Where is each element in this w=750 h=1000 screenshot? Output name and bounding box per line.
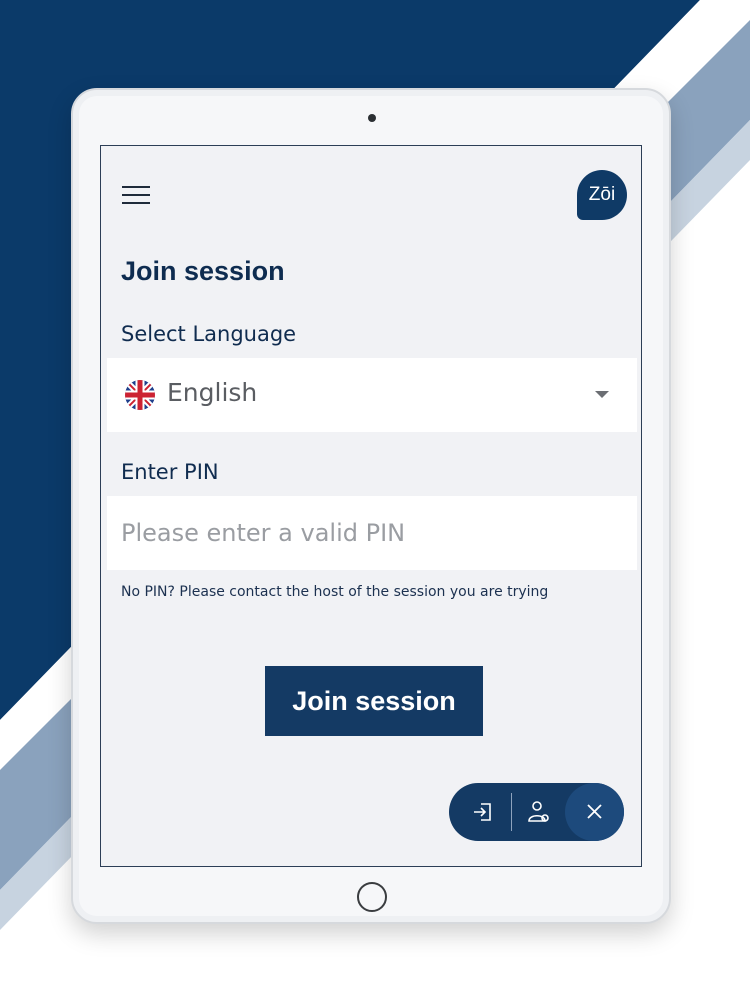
language-label: Select Language <box>121 322 297 346</box>
close-button[interactable] <box>565 783 624 841</box>
app-screen: Zōi Join session Select Language English… <box>100 145 642 867</box>
join-session-button[interactable]: Join session <box>265 666 483 736</box>
pin-input[interactable] <box>107 496 637 570</box>
camera-dot <box>368 114 376 122</box>
uk-flag-icon <box>125 380 155 410</box>
page-title: Join session <box>121 256 285 286</box>
language-select[interactable]: English <box>107 358 637 432</box>
action-bar <box>449 783 624 841</box>
chevron-down-icon <box>595 391 609 398</box>
enter-session-icon[interactable] <box>463 792 503 832</box>
pin-hint-text: No PIN? Please contact the host of the s… <box>121 584 549 600</box>
zoi-logo: Zōi <box>577 170 627 220</box>
menu-icon[interactable] <box>121 184 153 208</box>
language-value: English <box>167 378 258 407</box>
doctor-icon[interactable] <box>519 792 559 832</box>
close-icon <box>587 804 602 819</box>
pin-label: Enter PIN <box>121 460 219 484</box>
home-button[interactable] <box>357 882 387 912</box>
action-divider <box>511 793 512 831</box>
